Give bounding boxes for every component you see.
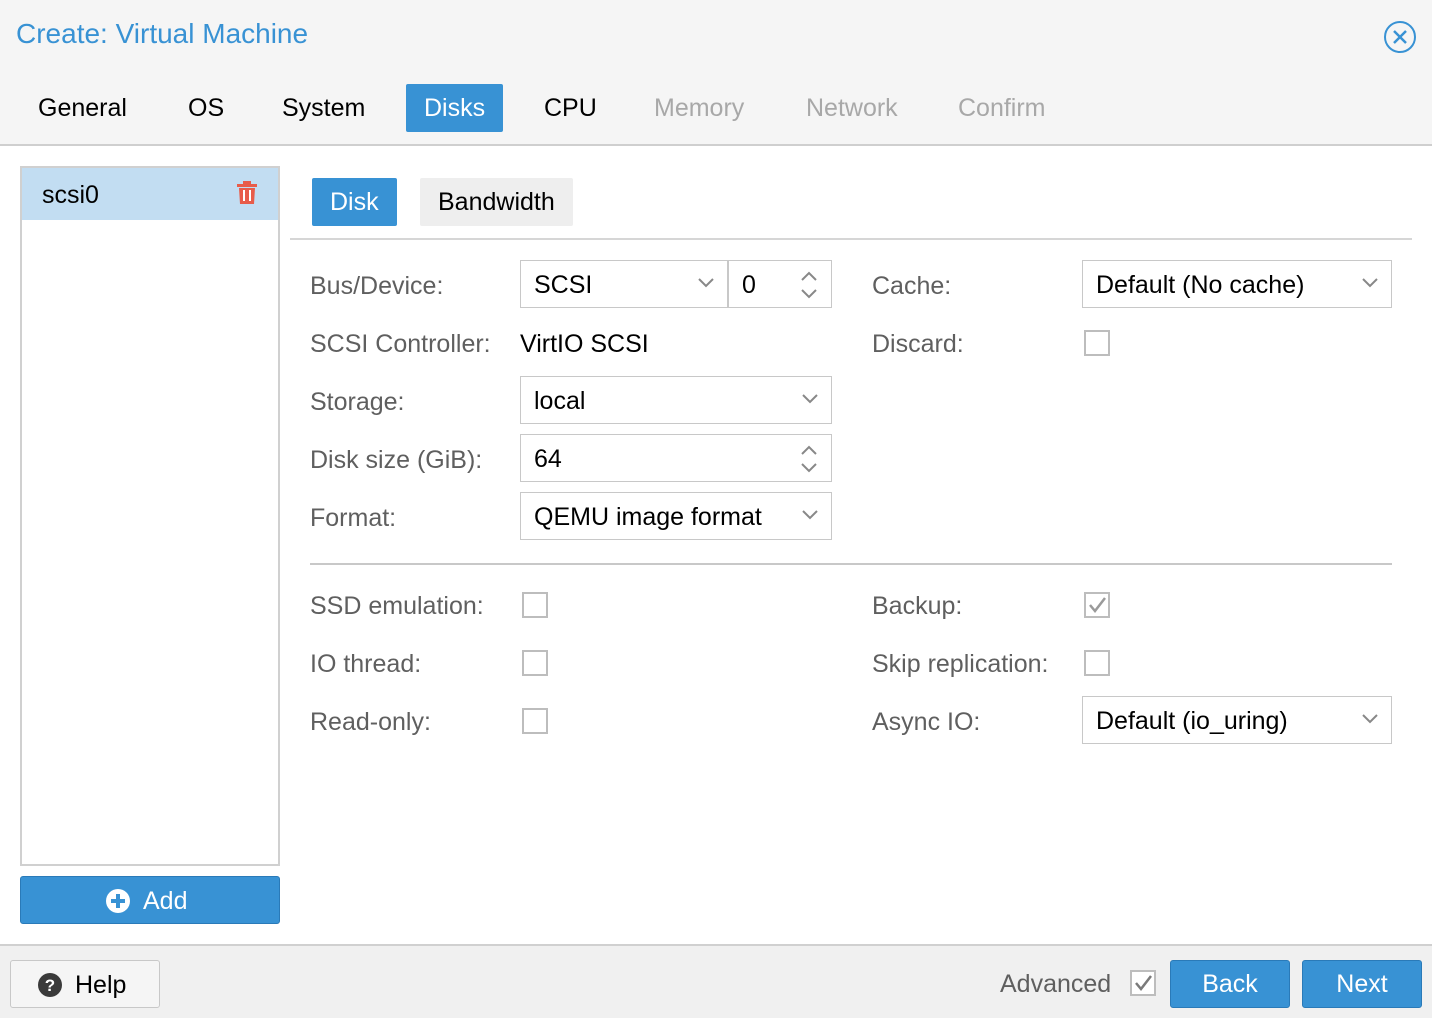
cache-select[interactable]: Default (No cache) xyxy=(1082,260,1392,308)
trash-icon[interactable] xyxy=(236,181,258,205)
tab-confirm[interactable]: Confirm xyxy=(940,84,1064,132)
async-io-select-value: Default (io_uring) xyxy=(1096,707,1288,735)
plus-circle-icon xyxy=(105,888,131,914)
bus-select[interactable]: SCSI xyxy=(520,260,728,308)
disk-list: scsi0 xyxy=(20,166,280,866)
tab-memory[interactable]: Memory xyxy=(636,84,762,132)
chevron-down-icon xyxy=(698,278,714,288)
wizard-tabs: General OS System Disks CPU Memory Netwo… xyxy=(0,74,1432,146)
discard-checkbox[interactable] xyxy=(1084,330,1110,356)
discard-label: Discard: xyxy=(872,330,964,358)
ssd-emulation-label: SSD emulation: xyxy=(310,592,484,620)
disk-list-item-label: scsi0 xyxy=(42,181,99,209)
ssd-emulation-checkbox[interactable] xyxy=(522,592,548,618)
disk-size-label: Disk size (GiB): xyxy=(310,446,483,474)
device-number-value: 0 xyxy=(742,271,756,299)
help-label: Help xyxy=(75,971,127,999)
tab-cpu[interactable]: CPU xyxy=(526,84,615,132)
disk-size-value: 64 xyxy=(534,445,562,473)
format-label: Format: xyxy=(310,504,397,532)
tab-general[interactable]: General xyxy=(20,84,145,132)
svg-text:?: ? xyxy=(45,976,55,995)
subtab-disk[interactable]: Disk xyxy=(312,178,397,226)
skip-replication-label: Skip replication: xyxy=(872,650,1049,678)
scsi-controller-label: SCSI Controller: xyxy=(310,330,491,358)
async-io-select[interactable]: Default (io_uring) xyxy=(1082,696,1392,744)
chevron-down-icon xyxy=(802,394,818,404)
backup-label: Backup: xyxy=(872,592,963,620)
format-select[interactable]: QEMU image format xyxy=(520,492,832,540)
bus-select-value: SCSI xyxy=(534,271,593,299)
tab-network[interactable]: Network xyxy=(788,84,916,132)
storage-label: Storage: xyxy=(310,388,405,416)
subtab-bandwidth[interactable]: Bandwidth xyxy=(420,178,573,226)
chevron-down-icon xyxy=(1362,714,1378,724)
checkmark-icon xyxy=(1089,597,1106,613)
spinner-arrows-icon[interactable] xyxy=(799,442,819,476)
disk-size-spinner[interactable]: 64 xyxy=(520,434,832,482)
tab-system[interactable]: System xyxy=(264,84,383,132)
footer-bar: ? Help Advanced Back Next xyxy=(0,944,1432,1018)
storage-select-value: local xyxy=(534,387,586,415)
help-button[interactable]: ? Help xyxy=(10,960,160,1008)
device-number-spinner[interactable]: 0 xyxy=(728,260,832,308)
storage-select[interactable]: local xyxy=(520,376,832,424)
question-circle-icon: ? xyxy=(37,972,63,998)
cache-label: Cache: xyxy=(872,272,952,300)
content-panel: scsi0 Add Disk Bandwidth Bus/Device: SCS… xyxy=(0,146,1432,944)
backup-checkbox[interactable] xyxy=(1084,592,1110,618)
add-disk-label: Add xyxy=(143,887,188,915)
checkmark-icon xyxy=(1135,975,1152,991)
bus-device-label: Bus/Device: xyxy=(310,272,444,300)
scsi-controller-value: VirtIO SCSI xyxy=(520,330,649,358)
window-title: Create: Virtual Machine xyxy=(16,18,309,49)
section-divider xyxy=(310,563,1392,565)
disk-list-item[interactable]: scsi0 xyxy=(22,168,278,220)
cache-select-value: Default (No cache) xyxy=(1096,271,1305,299)
read-only-label: Read-only: xyxy=(310,708,431,736)
async-io-label: Async IO: xyxy=(872,708,981,736)
close-icon[interactable] xyxy=(1383,20,1417,54)
chevron-down-icon xyxy=(802,510,818,520)
disk-subtabs: Disk Bandwidth xyxy=(290,166,1412,240)
back-button[interactable]: Back xyxy=(1170,960,1290,1008)
title-bar: Create: Virtual Machine xyxy=(0,0,1432,74)
io-thread-checkbox[interactable] xyxy=(522,650,548,676)
next-button[interactable]: Next xyxy=(1302,960,1422,1008)
chevron-down-icon xyxy=(1362,278,1378,288)
skip-replication-checkbox[interactable] xyxy=(1084,650,1110,676)
format-select-value: QEMU image format xyxy=(534,503,762,531)
add-disk-button[interactable]: Add xyxy=(20,876,280,924)
spinner-arrows-icon[interactable] xyxy=(799,268,819,302)
tab-os[interactable]: OS xyxy=(170,84,242,132)
advanced-checkbox[interactable] xyxy=(1130,970,1156,996)
advanced-label: Advanced xyxy=(1000,970,1112,998)
read-only-checkbox[interactable] xyxy=(522,708,548,734)
tab-disks[interactable]: Disks xyxy=(406,84,504,132)
io-thread-label: IO thread: xyxy=(310,650,422,678)
